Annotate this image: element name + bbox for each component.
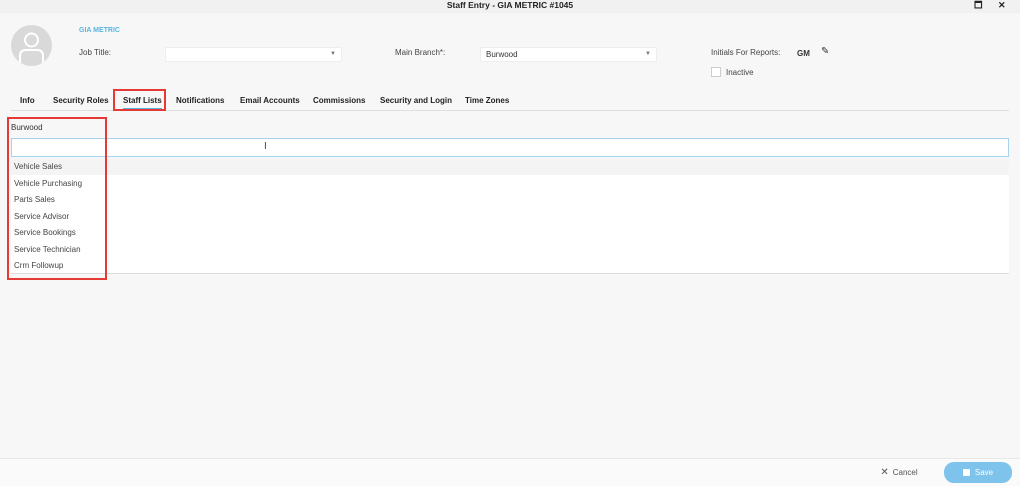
tab-security-and-login[interactable]: Security and Login (380, 94, 452, 108)
initials-label: Initials For Reports: (711, 48, 781, 57)
avatar (11, 25, 52, 66)
text-cursor-icon: I (264, 141, 267, 152)
inactive-checkbox[interactable] (711, 67, 721, 77)
maximize-icon[interactable]: 🗖 (974, 0, 983, 11)
save-icon (962, 469, 970, 476)
staff-list-search-input[interactable] (11, 138, 1009, 157)
save-button[interactable]: Save (944, 462, 1012, 483)
chevron-down-icon: ▼ (645, 51, 651, 57)
close-icon[interactable]: ✕ (998, 0, 1006, 11)
staff-name: GIA METRIC (79, 27, 120, 34)
tab-email-accounts[interactable]: Email Accounts (240, 94, 300, 108)
highlight-box (113, 89, 166, 111)
edit-pencil-icon[interactable]: ✎ (821, 46, 829, 57)
tab-info[interactable]: Info (20, 94, 35, 108)
inactive-label: Inactive (726, 68, 754, 77)
tab-commissions[interactable]: Commissions (313, 94, 365, 108)
close-icon: ✕ (880, 467, 889, 478)
cancel-label: Cancel (892, 468, 918, 477)
main-branch-label: Main Branch*: (395, 48, 446, 57)
job-title-select[interactable]: ▼ (165, 47, 342, 62)
main-branch-value: Burwood (486, 50, 518, 59)
window-title: Staff Entry - GIA METRIC #1045 (0, 0, 1020, 13)
save-label: Save (974, 468, 994, 477)
cancel-button[interactable]: ✕ Cancel (866, 462, 932, 483)
tab-time-zones[interactable]: Time Zones (465, 94, 509, 108)
tab-notifications[interactable]: Notifications (176, 94, 224, 108)
main-branch-select[interactable]: Burwood ▼ (480, 47, 657, 62)
highlight-box (7, 117, 107, 280)
job-title-label: Job Title: (79, 48, 112, 57)
initials-value: GM (797, 49, 810, 58)
chevron-down-icon: ▼ (330, 51, 336, 57)
tab-security-roles[interactable]: Security Roles (53, 94, 109, 108)
staff-list: Vehicle Sales Vehicle Purchasing Parts S… (11, 159, 1009, 274)
